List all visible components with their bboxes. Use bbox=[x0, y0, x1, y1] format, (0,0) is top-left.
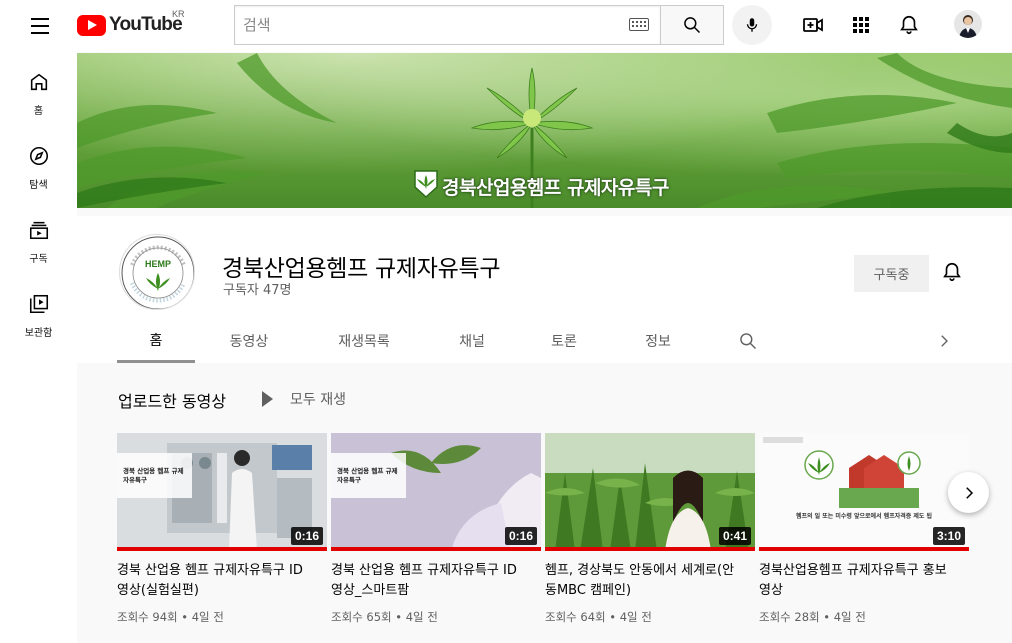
carousel-next-button[interactable] bbox=[948, 472, 989, 513]
watch-progress-bar bbox=[545, 547, 755, 551]
voice-search-button[interactable] bbox=[732, 5, 772, 45]
video-meta: 조회수 65회 • 4일 전 bbox=[331, 610, 438, 624]
channel-name: 경북산업용헴프 규제자유특구 bbox=[222, 256, 501, 282]
play-all-label: 모두 재생 bbox=[290, 392, 346, 408]
top-bar: YouTube KR bbox=[0, 0, 1012, 52]
user-avatar-icon bbox=[954, 10, 982, 38]
video-duration: 0:16 bbox=[290, 527, 323, 545]
chevron-right-icon[interactable] bbox=[935, 332, 953, 350]
video-duration: 0:41 bbox=[718, 527, 751, 545]
video-thumbnail[interactable]: 헴프의 일 또는 미수령 앞으로에서 헴프자격증 제도 됩 3:10 bbox=[759, 433, 969, 551]
video-thumbnail[interactable]: 0:41 bbox=[545, 433, 755, 551]
apps-grid-icon bbox=[853, 17, 869, 33]
channel-banner: 경북산업용헴프 규제자유특구 bbox=[77, 53, 1012, 208]
video-card[interactable]: 경북 산업용 헴프 규제자유특구 0:16 경북 산업용 헴프 규제자유특구 I… bbox=[117, 433, 327, 625]
search-button[interactable] bbox=[660, 5, 724, 45]
watch-progress-bar bbox=[759, 547, 969, 551]
keyboard-icon[interactable] bbox=[629, 18, 649, 31]
channel-header: HEMP 경북산업용헴프 규제자유특구 구독자 47명 구독중 홈 동영상 재생… bbox=[77, 216, 1012, 363]
youtube-logo[interactable]: YouTube bbox=[77, 14, 183, 36]
hemp-badge-icon bbox=[414, 170, 438, 199]
video-meta: 조회수 28회 • 4일 전 bbox=[759, 610, 866, 624]
sidebar-item-label: 구독 bbox=[29, 254, 48, 265]
menu-icon[interactable] bbox=[28, 14, 52, 38]
video-plus-icon bbox=[803, 18, 823, 32]
sidebar-item-home[interactable]: 홈 bbox=[0, 52, 77, 122]
channel-notifications-button[interactable] bbox=[941, 261, 965, 285]
home-icon bbox=[30, 73, 47, 91]
notifications-button[interactable] bbox=[896, 12, 922, 38]
video-thumbnail[interactable]: 경북 산업용 헴프 규제자유특구 0:16 bbox=[117, 433, 327, 551]
search-icon bbox=[684, 17, 701, 34]
video-duration: 0:16 bbox=[504, 527, 537, 545]
video-title[interactable]: 경북 산업용 헴프 규제자유특구 ID영상_스마트팜 bbox=[331, 561, 523, 601]
video-meta: 조회수 64회 • 4일 전 bbox=[545, 610, 652, 624]
thumbnail-overlay-text: 헴프의 일 또는 미수령 앞으로에서 헴프자격증 제도 됩 bbox=[795, 513, 933, 520]
sidebar-item-explore[interactable]: 탐색 bbox=[0, 126, 77, 196]
play-icon bbox=[262, 391, 273, 407]
thumbnail-overlay-text: 경북 산업용 헴프 규제자유특구 bbox=[123, 467, 184, 484]
user-avatar[interactable] bbox=[954, 10, 982, 38]
sidebar-item-label: 보관함 bbox=[24, 328, 53, 339]
video-title[interactable]: 경북산업용헴프 규제자유특구 홍보영상 bbox=[759, 561, 951, 601]
watch-progress-bar bbox=[117, 547, 327, 551]
video-title[interactable]: 경북 산업용 헴프 규제자유특구 ID영상(실험실편) bbox=[117, 561, 309, 601]
tab-about[interactable]: 정보 bbox=[623, 319, 693, 363]
sidebar-item-label: 탐색 bbox=[29, 180, 48, 191]
library-icon bbox=[29, 294, 48, 314]
channel-avatar[interactable]: HEMP bbox=[119, 234, 195, 310]
bell-icon bbox=[943, 262, 961, 282]
youtube-play-icon bbox=[77, 14, 106, 36]
video-card[interactable]: 0:41 헴프, 경상북도 안동에서 세계로(안동MBC 캠페인) 조회수 64… bbox=[545, 433, 755, 625]
watch-progress-bar bbox=[331, 547, 541, 551]
subscriptions-icon bbox=[29, 221, 48, 240]
microphone-icon bbox=[746, 18, 758, 32]
country-code: KR bbox=[172, 9, 185, 19]
thumbnail-overlay-text: 경북 산업용 헴프 규제자유특구 bbox=[337, 467, 398, 484]
video-title[interactable]: 헴프, 경상북도 안동에서 세계로(안동MBC 캠페인) bbox=[545, 561, 737, 601]
channel-search-icon[interactable] bbox=[738, 331, 758, 351]
video-card[interactable]: 경북 산업용 헴프 규제자유특구 0:16 경북 산업용 헴프 규제자유특구 I… bbox=[331, 433, 541, 625]
search-input[interactable] bbox=[234, 5, 660, 45]
subscriber-count: 구독자 47명 bbox=[223, 283, 292, 298]
play-all-button[interactable]: 모두 재생 bbox=[262, 389, 346, 409]
sidebar-item-subscriptions[interactable]: 구독 bbox=[0, 200, 77, 270]
channel-tabs: 홈 동영상 재생목록 채널 토론 정보 bbox=[77, 319, 1012, 363]
apps-button[interactable] bbox=[848, 12, 874, 38]
sidebar: 홈 탐색 구독 보관함 bbox=[0, 52, 77, 643]
video-meta: 조회수 94회 • 4일 전 bbox=[117, 610, 224, 624]
banner-title: 경북산업용헴프 규제자유특구 bbox=[442, 177, 669, 199]
tab-channels[interactable]: 채널 bbox=[437, 319, 507, 363]
tab-home[interactable]: 홈 bbox=[117, 319, 195, 363]
hemp-seal-icon: HEMP bbox=[121, 236, 194, 309]
tab-videos[interactable]: 동영상 bbox=[209, 319, 289, 363]
svg-text:HEMP: HEMP bbox=[145, 259, 171, 269]
create-video-button[interactable] bbox=[800, 12, 826, 38]
search-bar bbox=[234, 5, 724, 45]
section-title: 업로드한 동영상 bbox=[118, 392, 227, 411]
chevron-right-icon bbox=[965, 486, 973, 499]
logo-text: YouTube bbox=[109, 14, 183, 35]
video-card[interactable]: 헴프의 일 또는 미수령 앞으로에서 헴프자격증 제도 됩 3:10 경북산업용… bbox=[759, 433, 969, 625]
tab-playlists[interactable]: 재생목록 bbox=[321, 319, 407, 363]
video-duration: 3:10 bbox=[932, 527, 965, 545]
compass-icon bbox=[29, 146, 48, 166]
tab-discussion[interactable]: 토론 bbox=[529, 319, 599, 363]
sidebar-item-label: 홈 bbox=[33, 106, 44, 117]
sidebar-item-library[interactable]: 보관함 bbox=[0, 274, 77, 344]
subscribed-button[interactable]: 구독중 bbox=[854, 255, 929, 292]
bell-icon bbox=[900, 15, 918, 35]
video-thumbnail[interactable]: 경북 산업용 헴프 규제자유특구 0:16 bbox=[331, 433, 541, 551]
